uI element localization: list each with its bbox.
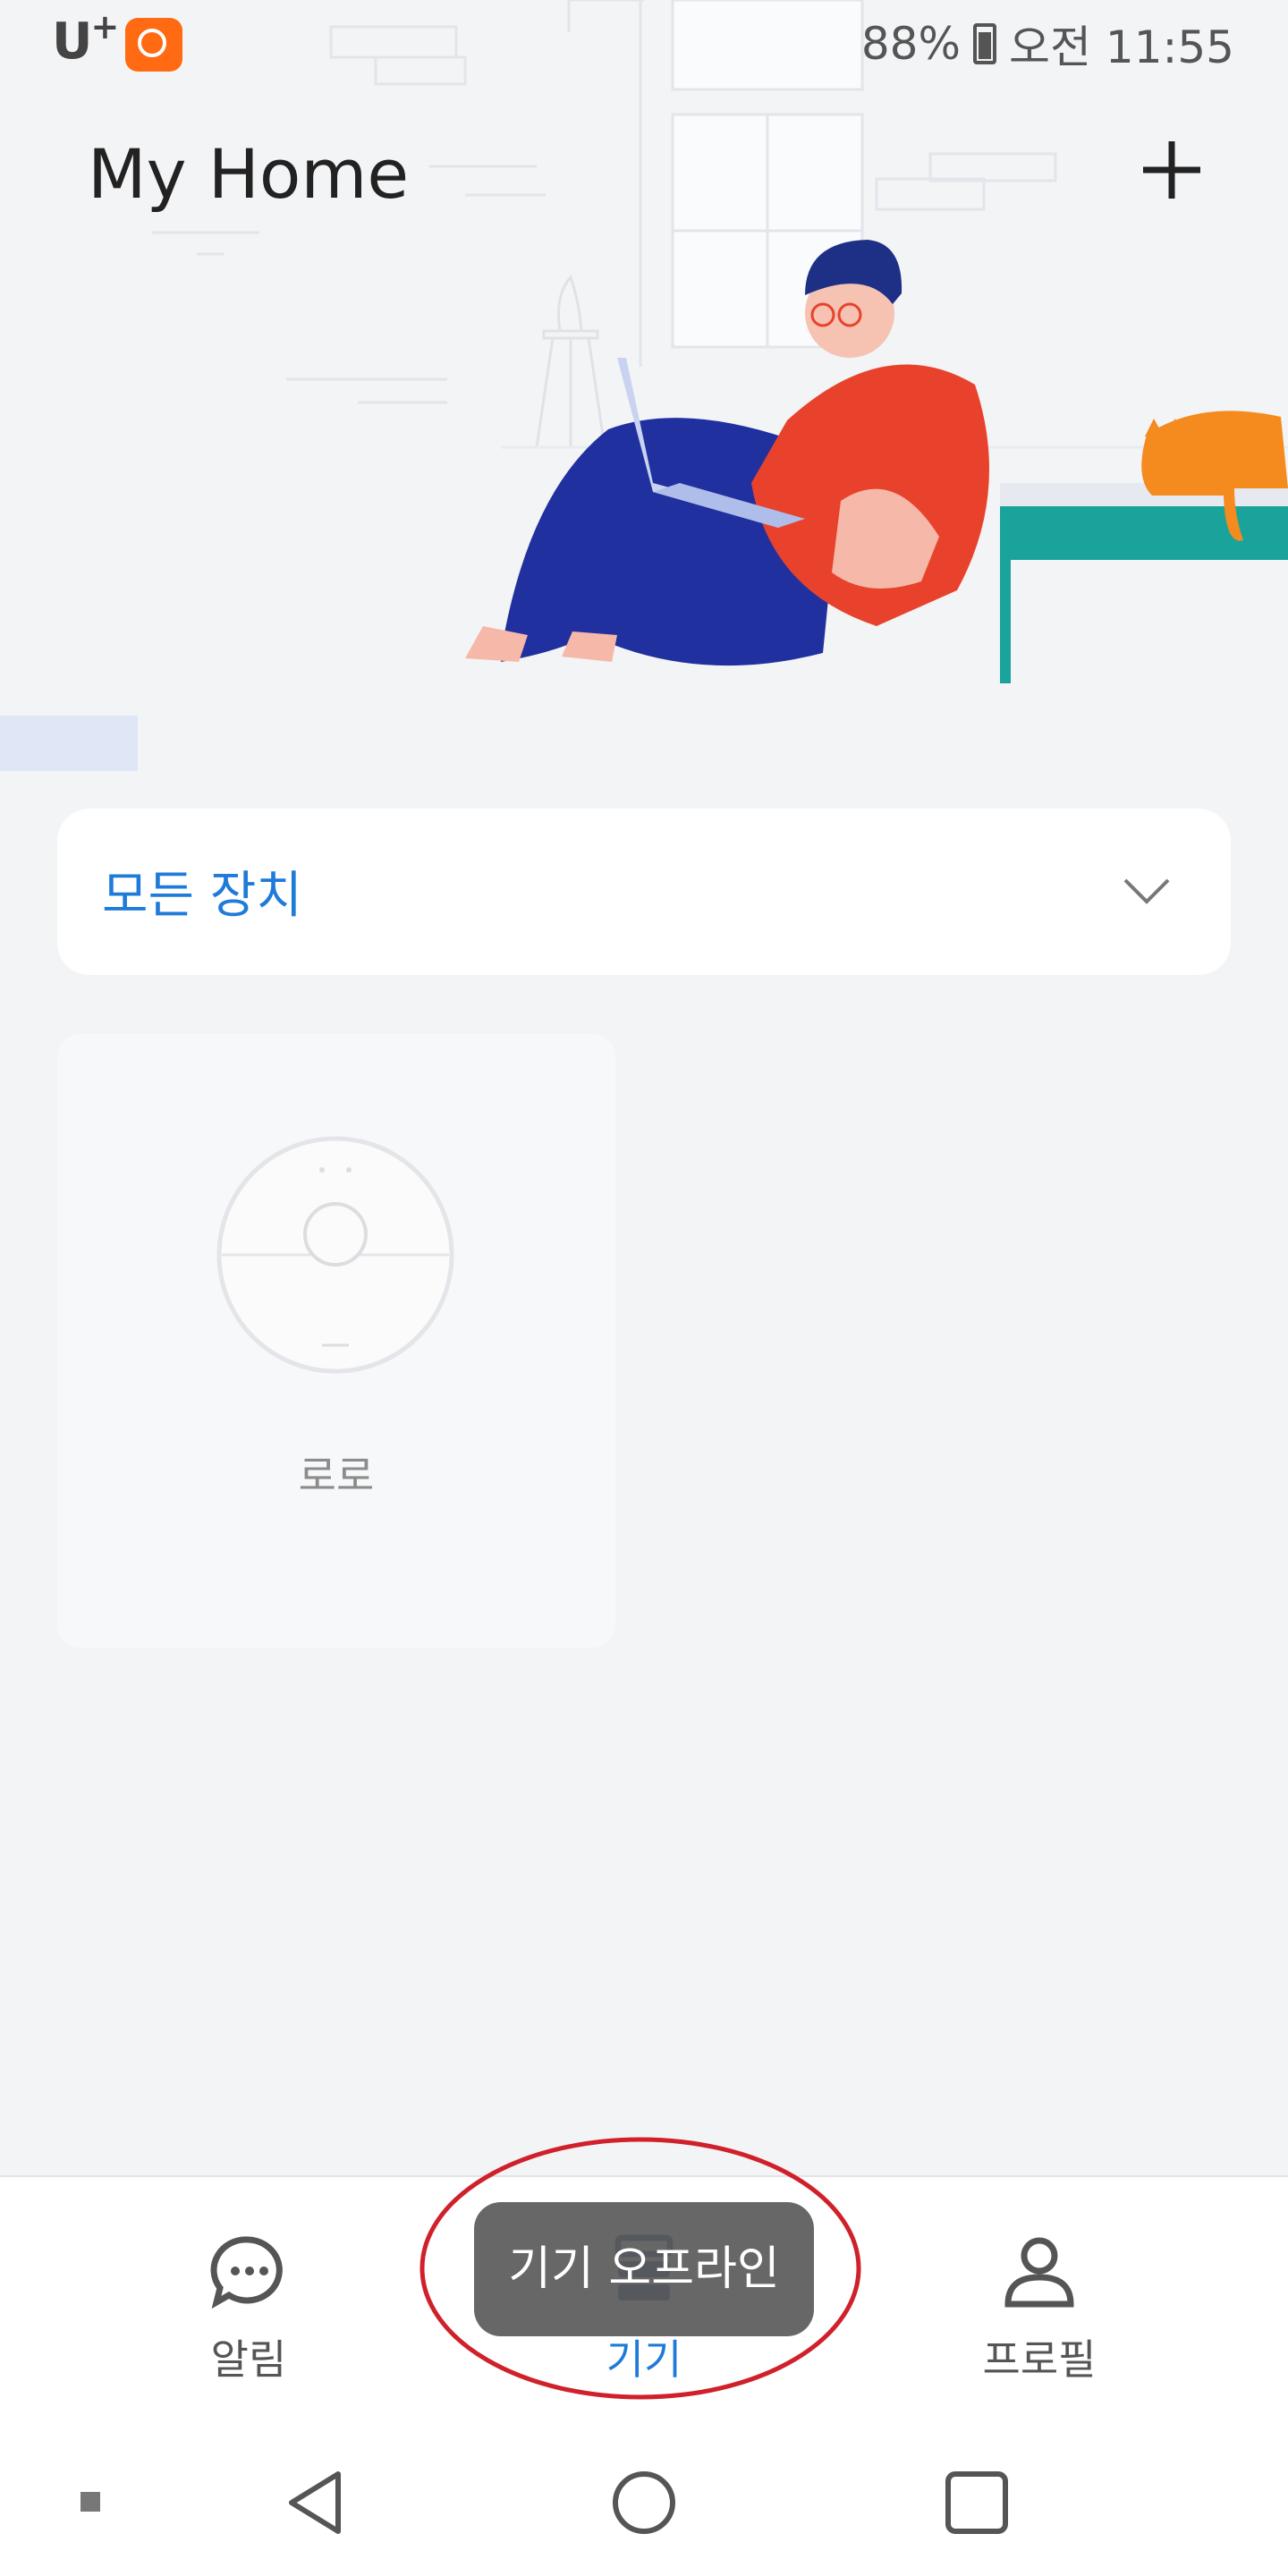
device-filter-dropdown[interactable]: 모든 장치 <box>57 809 1231 975</box>
chat-bubble-icon <box>210 2236 283 2309</box>
home-icon[interactable] <box>610 2469 678 2537</box>
device-name: 로로 <box>298 1452 375 1500</box>
nav-item-notifications[interactable]: 알림 <box>141 2231 356 2386</box>
header-illustration <box>152 0 1288 683</box>
nav-label-notifications: 알림 <box>210 2335 287 2384</box>
nav-item-profile[interactable]: 프로필 <box>932 2231 1147 2386</box>
system-navigation-bar <box>0 2417 1288 2576</box>
profile-icon <box>1004 2237 1074 2308</box>
back-icon[interactable] <box>284 2469 347 2537</box>
robot-vacuum-icon <box>216 1136 454 1374</box>
nav-label-profile: 프로필 <box>982 2335 1097 2384</box>
annotation-ellipse <box>419 2137 861 2400</box>
plus-icon[interactable] <box>1136 134 1208 206</box>
device-card[interactable]: 로로 <box>57 1034 615 1648</box>
device-filter-label: 모든 장치 <box>102 867 302 925</box>
overview-icon[interactable] <box>943 2469 1011 2537</box>
chevron-down-icon <box>1123 878 1170 904</box>
page-title: My Home <box>88 134 410 214</box>
decorative-shape <box>0 716 138 771</box>
recent-apps-dot-icon[interactable] <box>80 2492 100 2512</box>
